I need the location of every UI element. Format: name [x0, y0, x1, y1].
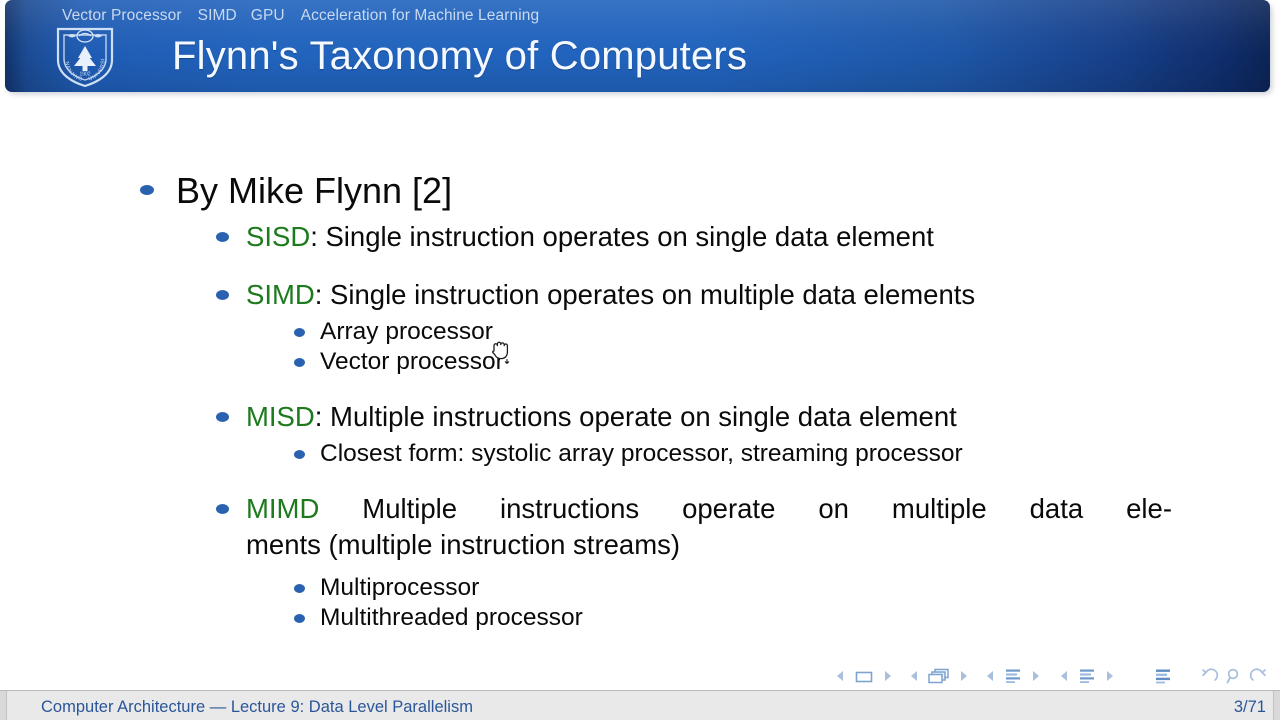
list-item-level3: Multithreaded processor: [294, 603, 1220, 633]
slide-footer: Computer Architecture — Lecture 9: Data …: [0, 690, 1280, 720]
list-item-level3: Closest form: systolic array processor, …: [294, 439, 1220, 469]
mimd-word-1: instructions: [500, 493, 640, 524]
presentation-slide: Vector Processor SIMD GPU Acceleration f…: [0, 0, 1280, 720]
simd-line: SIMD: Single instruction operates on mul…: [246, 277, 975, 313]
triangle-right-icon[interactable]: [956, 668, 972, 689]
magnifier-icon[interactable]: [1224, 667, 1244, 690]
sisd-description: Single instruction operates on single da…: [325, 221, 934, 252]
list-item-misd: MISD: Multiple instructions operate on s…: [216, 399, 1220, 469]
mimd-word-3: on: [818, 493, 849, 524]
simd-description: Single instruction operates on multiple …: [330, 279, 976, 310]
triangle-left-icon[interactable]: [832, 668, 848, 689]
mimd-line2: ments (multiple instruction streams): [246, 529, 681, 560]
frame-navigation-group: [906, 665, 972, 691]
beamer-navigation-symbols: [0, 665, 1280, 691]
taxonomy-items-list: SISD: Single instruction operates on sin…: [216, 219, 1220, 633]
nav-item-gpu[interactable]: GPU: [251, 5, 301, 27]
misd-child-0: Closest form: systolic array processor, …: [320, 440, 963, 467]
misd-separator: :: [314, 401, 331, 432]
triangle-right-icon[interactable]: [1102, 668, 1118, 689]
section-navigation-group: [1056, 665, 1118, 691]
simd-code: SIMD: [246, 279, 315, 310]
misd-line: MISD: Multiple instructions operate on s…: [246, 399, 957, 435]
bullet-point-icon: [216, 290, 229, 300]
mimd-line1: MIMD Multiple instructions operate on multipl…: [246, 491, 1172, 527]
misd-children: Closest form: systolic array processor, …: [294, 439, 1220, 469]
slide-header: Vector Processor SIMD GPU Acceleration f…: [0, 0, 1280, 97]
footer-left-edge: [0, 691, 7, 720]
footer-right-edge: [1273, 691, 1280, 720]
bullet-point-icon: [294, 584, 305, 593]
bullet-list-root: By Mike Flynn [2] SISD: Single instructi…: [140, 169, 1220, 633]
bullet-point-icon: [216, 504, 229, 514]
mimd-word-4: multiple: [891, 493, 987, 524]
nav-item-acceleration-for-machine-learning[interactable]: Acceleration for Machine Learning: [301, 5, 550, 27]
mimd-child-0: Multiprocessor: [320, 574, 480, 601]
misd-code: MISD: [246, 401, 315, 432]
mimd-word-6: ele-: [1126, 493, 1172, 524]
simd-child-1: Vector processor: [320, 348, 504, 375]
nav-item-simd[interactable]: SIMD: [198, 5, 251, 27]
list-item-level3: Array processor: [294, 317, 1220, 347]
slide-navigation-group: [832, 665, 896, 691]
triangle-left-icon[interactable]: [982, 668, 998, 689]
sisd-code: SISD: [246, 221, 311, 252]
stacked-frames-icon[interactable]: [926, 667, 952, 690]
bullet-point-icon: [294, 328, 305, 337]
back-arrow-icon[interactable]: [1200, 667, 1220, 690]
footer-page-number: 3/71: [1233, 698, 1266, 716]
misd-description: Multiple instructions operate on single …: [330, 401, 957, 432]
simd-children: Array processor Vector processor: [294, 317, 1220, 377]
mimd-word-5: data: [1029, 493, 1084, 524]
bullet-point-icon: [294, 614, 305, 623]
slide-body: By Mike Flynn [2] SISD: Single instructi…: [0, 97, 1280, 657]
bullet-point-icon: [216, 412, 229, 422]
mimd-word-0: Multiple: [362, 493, 458, 524]
triangle-right-icon[interactable]: [880, 668, 896, 689]
document-navigation-group: [1152, 665, 1174, 691]
simd-child-0: Array processor: [320, 318, 493, 345]
footer-course-title: Computer Architecture — Lecture 9: Data …: [41, 698, 473, 716]
bullet-point-icon: [140, 185, 154, 195]
simd-separator: :: [314, 279, 331, 310]
mimd-word-2: operate: [682, 493, 776, 524]
mimd-line: MIMD Multiple instructions operate on multipl…: [246, 491, 1172, 563]
nanjing-university-shield-logo: 1902 NANJING UNIVERSITY: [52, 20, 116, 88]
page-title: Flynn's Taxonomy of Computers: [172, 34, 748, 78]
single-slide-icon[interactable]: [852, 668, 876, 689]
section-lines-icon[interactable]: [1076, 667, 1098, 690]
document-lines-icon[interactable]: [1152, 667, 1174, 690]
mimd-child-1: Multithreaded processor: [320, 604, 583, 631]
bullet-point-icon: [216, 232, 229, 242]
list-item-simd: SIMD: Single instruction operates on mul…: [216, 277, 1220, 377]
list-item-level3: Vector processor: [294, 347, 1220, 377]
sisd-separator: :: [310, 221, 326, 252]
triangle-left-icon[interactable]: [906, 668, 922, 689]
sisd-line: SISD: Single instruction operates on sin…: [246, 219, 934, 255]
section-navigation-breadcrumb: Vector Processor SIMD GPU Acceleration f…: [62, 5, 549, 27]
mimd-children: Multiprocessor Multithreaded processor: [294, 573, 1220, 633]
triangle-right-icon[interactable]: [1028, 668, 1044, 689]
level1-text: By Mike Flynn [2]: [176, 170, 453, 211]
triangle-left-icon[interactable]: [1056, 668, 1072, 689]
subsection-lines-icon[interactable]: [1002, 667, 1024, 690]
list-item-level1: By Mike Flynn [2]: [140, 169, 1220, 213]
list-item-sisd: SISD: Single instruction operates on sin…: [216, 219, 1220, 255]
bullet-point-icon: [294, 450, 305, 459]
mimd-code: MIMD: [246, 493, 320, 524]
forward-arrow-icon[interactable]: [1248, 667, 1268, 690]
list-item-level3: Multiprocessor: [294, 573, 1220, 603]
list-item-mimd: MIMD Multiple instructions operate on multipl…: [216, 491, 1220, 633]
subsection-navigation-group: [982, 665, 1044, 691]
history-navigation-group: [1200, 665, 1268, 691]
bullet-point-icon: [294, 358, 305, 367]
